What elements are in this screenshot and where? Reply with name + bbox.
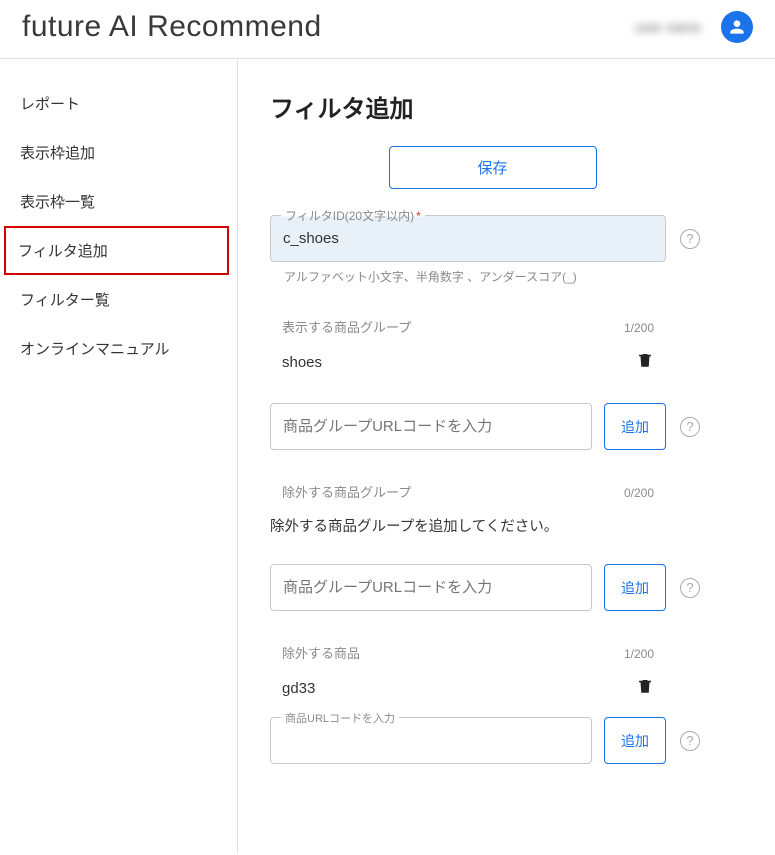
display-group-count: 1/200 <box>624 321 654 335</box>
exclude-group-add-wrap: 追加 ? <box>270 564 755 611</box>
exclude-product-item: gd33 <box>282 680 315 697</box>
exclude-group-count: 0/200 <box>624 486 654 500</box>
exclude-product-add-row: 商品URLコードを入力 追加 <box>270 717 666 764</box>
filter-id-field-wrap: フィルタID(20文字以内)* <box>270 215 666 262</box>
display-group-item-row: shoes <box>270 346 666 385</box>
sidebar: レポート 表示枠追加 表示枠一覧 フィルタ追加 フィルター覧 オンラインマニュア… <box>0 59 238 854</box>
person-icon <box>727 17 747 37</box>
sidebar-item-report[interactable]: レポート <box>0 79 237 128</box>
display-group-input-wrap <box>270 403 592 450</box>
display-group-input[interactable] <box>271 404 591 449</box>
display-group-label: 表示する商品グループ <box>282 317 411 336</box>
display-group-section: 表示する商品グループ 1/200 shoes 追加 ? <box>270 317 755 450</box>
exclude-group-add-button[interactable]: 追加 <box>604 564 666 611</box>
exclude-product-add-button[interactable]: 追加 <box>604 717 666 764</box>
exclude-group-input[interactable] <box>271 565 591 610</box>
exclude-product-item-row: gd33 <box>270 672 666 711</box>
sidebar-item-filter-list[interactable]: フィルター覧 <box>0 275 237 324</box>
exclude-product-header: 除外する商品 1/200 <box>270 643 666 662</box>
exclude-product-label: 除外する商品 <box>282 643 360 662</box>
exclude-product-count: 1/200 <box>624 647 654 661</box>
main-content: フィルタ追加 保存 フィルタID(20文字以内)* ? アルファベット小文字、半… <box>238 59 775 854</box>
delete-icon <box>636 676 654 696</box>
page-title: フィルタ追加 <box>270 89 755 124</box>
help-icon[interactable]: ? <box>680 731 700 751</box>
user-name: user name <box>635 19 701 35</box>
help-icon[interactable]: ? <box>680 229 700 249</box>
display-group-item: shoes <box>282 354 322 371</box>
body: レポート 表示枠追加 表示枠一覧 フィルタ追加 フィルター覧 オンラインマニュア… <box>0 59 775 854</box>
exclude-product-input-legend: 商品URLコードを入力 <box>281 710 399 726</box>
exclude-product-section: 除外する商品 1/200 gd33 商品URLコードを入力 追加 ? <box>270 643 755 764</box>
app-logo: future AI Recommend <box>22 10 322 44</box>
save-row: 保存 <box>270 146 755 189</box>
sidebar-item-filter-add[interactable]: フィルタ追加 <box>4 226 229 275</box>
help-icon[interactable]: ? <box>680 417 700 437</box>
exclude-group-empty: 除外する商品グループを追加してください。 <box>270 511 755 546</box>
display-group-header: 表示する商品グループ 1/200 <box>270 317 666 336</box>
exclude-group-header: 除外する商品グループ 0/200 <box>270 482 666 501</box>
help-icon[interactable]: ? <box>680 578 700 598</box>
filter-id-row: フィルタID(20文字以内)* ? <box>270 215 755 262</box>
save-button[interactable]: 保存 <box>389 146 597 189</box>
exclude-group-section: 除外する商品グループ 0/200 除外する商品グループを追加してください。 追加… <box>270 482 755 611</box>
exclude-product-input-wrap: 商品URLコードを入力 <box>270 717 592 764</box>
exclude-product-add-wrap: 商品URLコードを入力 追加 ? <box>270 717 755 764</box>
exclude-group-input-wrap <box>270 564 592 611</box>
filter-id-label: フィルタID(20文字以内)* <box>281 207 425 224</box>
delete-icon <box>636 350 654 370</box>
exclude-group-add-row: 追加 <box>270 564 666 611</box>
display-group-add-row: 追加 <box>270 403 666 450</box>
app-header: future AI Recommend user name <box>0 0 775 59</box>
avatar-icon[interactable] <box>721 11 753 43</box>
exclude-group-label: 除外する商品グループ <box>282 482 411 501</box>
filter-id-helper: アルファベット小文字、半角数字 、アンダースコア(_) <box>284 268 755 285</box>
sidebar-item-frame-list[interactable]: 表示枠一覧 <box>0 177 237 226</box>
sidebar-item-manual[interactable]: オンラインマニュアル <box>0 324 237 373</box>
header-right: user name <box>635 11 753 43</box>
sidebar-item-frame-add[interactable]: 表示枠追加 <box>0 128 237 177</box>
trash-icon[interactable] <box>636 676 654 701</box>
display-group-add-button[interactable]: 追加 <box>604 403 666 450</box>
trash-icon[interactable] <box>636 350 654 375</box>
display-group-add-wrap: 追加 ? <box>270 403 755 450</box>
